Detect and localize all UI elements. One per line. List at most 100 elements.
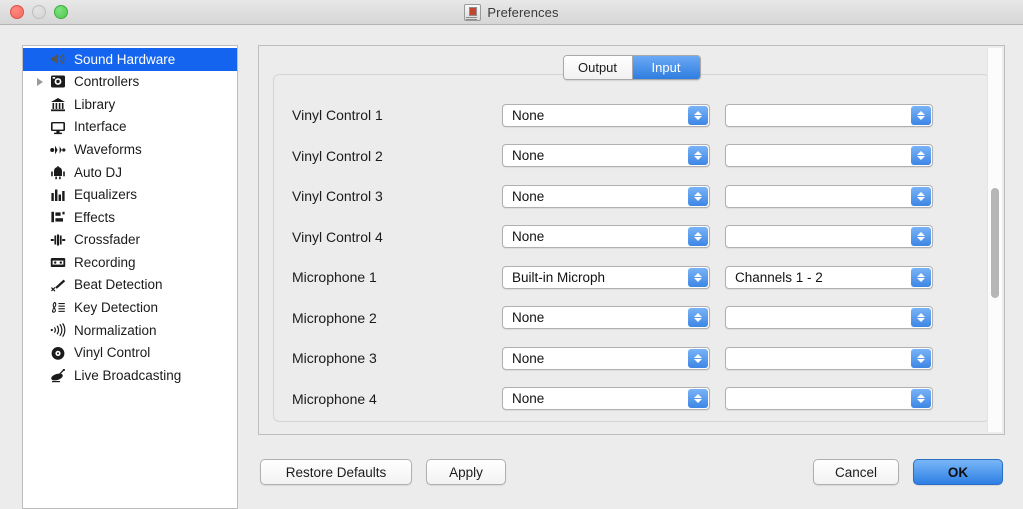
- scrollbar-thumb[interactable]: [991, 188, 999, 298]
- chevron-updown-icon[interactable]: [911, 308, 931, 328]
- sidebar-item-label: Crossfader: [74, 232, 141, 248]
- device-select-value: None: [512, 107, 545, 123]
- device-select-value: None: [512, 391, 545, 407]
- device-select-value: None: [512, 310, 545, 326]
- waveform-icon: [47, 143, 69, 157]
- sidebar-item-controllers[interactable]: Controllers: [23, 71, 237, 94]
- chevron-updown-icon[interactable]: [911, 186, 931, 206]
- sidebar-item-label: Equalizers: [74, 187, 138, 203]
- device-select-value: None: [512, 229, 545, 245]
- sidebar-item-interface[interactable]: Interface: [23, 116, 237, 139]
- speaker-icon: [47, 52, 69, 66]
- sidebar-item-crossfader[interactable]: Crossfader: [23, 229, 237, 252]
- sidebar-item-normalization[interactable]: Normalization: [23, 319, 237, 342]
- preferences-sidebar[interactable]: Sound Hardware Controllers Library Inter…: [22, 45, 238, 509]
- sidebar-item-label: Effects: [74, 209, 116, 225]
- vertical-scrollbar[interactable]: [987, 48, 1002, 432]
- channel-select-value: Channels 1 - 2: [735, 269, 823, 285]
- tab-input[interactable]: Input: [631, 56, 700, 79]
- sidebar-item-recording[interactable]: Recording: [23, 251, 237, 274]
- device-select-value: None: [512, 188, 545, 204]
- window-title-group: Preferences: [464, 3, 559, 21]
- sidebar-item-auto-dj[interactable]: Auto DJ: [23, 161, 237, 184]
- device-select[interactable]: None: [502, 387, 710, 411]
- sidebar-item-waveforms[interactable]: Waveforms: [23, 138, 237, 161]
- sidebar-item-effects[interactable]: Effects: [23, 206, 237, 229]
- sidebar-item-key-detection[interactable]: Key Detection: [23, 297, 237, 320]
- chevron-updown-icon[interactable]: [911, 267, 931, 287]
- chevron-updown-icon[interactable]: [688, 348, 708, 368]
- chevron-updown-icon[interactable]: [688, 267, 708, 287]
- device-select[interactable]: None: [502, 144, 710, 168]
- crossfader-icon: [47, 233, 69, 247]
- row-label: Microphone 1: [292, 269, 377, 286]
- input-devices-group: Vinyl Control 1 None Vinyl Control 2 Non…: [273, 74, 990, 422]
- channel-select[interactable]: [725, 103, 933, 127]
- chevron-updown-icon[interactable]: [688, 146, 708, 166]
- tab-output[interactable]: Output: [563, 56, 632, 79]
- sidebar-item-label: Recording: [74, 254, 136, 270]
- robot-icon: [47, 165, 69, 180]
- monitor-icon: [47, 120, 69, 135]
- chevron-updown-icon[interactable]: [911, 348, 931, 368]
- close-button[interactable]: [10, 5, 24, 19]
- sidebar-item-label: Waveforms: [74, 141, 142, 157]
- device-select[interactable]: None: [502, 184, 710, 208]
- device-select[interactable]: None: [502, 306, 710, 330]
- row-label: Vinyl Control 3: [292, 188, 383, 205]
- equalizer-icon: [47, 188, 69, 202]
- sidebar-item-label: Auto DJ: [74, 164, 123, 180]
- channel-select[interactable]: [725, 144, 933, 168]
- device-select-value: None: [512, 148, 545, 164]
- channel-select[interactable]: Channels 1 - 2: [725, 265, 933, 289]
- window-title: Preferences: [487, 4, 559, 20]
- device-select-value: None: [512, 350, 545, 366]
- channel-select[interactable]: [725, 346, 933, 370]
- device-select[interactable]: None: [502, 103, 710, 127]
- chevron-updown-icon[interactable]: [688, 227, 708, 247]
- chevron-updown-icon[interactable]: [688, 308, 708, 328]
- maximize-button[interactable]: [54, 5, 68, 19]
- chevron-updown-icon[interactable]: [688, 186, 708, 206]
- sidebar-item-equalizers[interactable]: Equalizers: [23, 184, 237, 207]
- sidebar-item-beat-detection[interactable]: Beat Detection: [23, 274, 237, 297]
- chevron-updown-icon[interactable]: [911, 389, 931, 409]
- channel-select[interactable]: [725, 225, 933, 249]
- sidebar-item-label: Vinyl Control: [74, 345, 151, 361]
- cancel-button[interactable]: Cancel: [813, 459, 899, 485]
- sidebar-item-live-broadcasting[interactable]: Live Broadcasting: [23, 364, 237, 387]
- output-input-tabs[interactable]: Output Input: [562, 55, 701, 80]
- ok-button[interactable]: OK: [913, 459, 1003, 485]
- channel-select[interactable]: [725, 387, 933, 411]
- apply-button[interactable]: Apply: [426, 459, 506, 485]
- device-rows: Vinyl Control 1 None Vinyl Control 2 Non…: [274, 75, 989, 419]
- chevron-updown-icon[interactable]: [911, 146, 931, 166]
- device-select[interactable]: None: [502, 225, 710, 249]
- sidebar-item-sound-hardware[interactable]: Sound Hardware: [23, 48, 237, 71]
- chevron-right-icon[interactable]: [33, 77, 47, 86]
- chevron-updown-icon[interactable]: [688, 105, 708, 125]
- restore-defaults-button[interactable]: Restore Defaults: [260, 459, 412, 485]
- device-select[interactable]: Built-in Microph: [502, 265, 710, 289]
- channel-select[interactable]: [725, 306, 933, 330]
- device-select-value: Built-in Microph: [512, 269, 606, 285]
- library-icon: [47, 97, 69, 112]
- sidebar-item-library[interactable]: Library: [23, 93, 237, 116]
- chevron-updown-icon[interactable]: [911, 105, 931, 125]
- window-body: Sound Hardware Controllers Library Inter…: [0, 25, 1023, 509]
- minimize-button[interactable]: [32, 5, 46, 19]
- title-bar: Preferences: [0, 0, 1023, 25]
- preferences-content: Output Input Vinyl Control 1 None Vinyl …: [258, 45, 1005, 509]
- sidebar-item-label: Library: [74, 96, 116, 112]
- row-label: Microphone 2: [292, 309, 377, 326]
- drumstick-icon: [47, 278, 69, 292]
- sidebar-item-label: Interface: [74, 119, 127, 135]
- treble-clef-icon: [47, 301, 69, 315]
- row-label: Vinyl Control 4: [292, 228, 383, 245]
- chevron-updown-icon[interactable]: [688, 389, 708, 409]
- device-select[interactable]: None: [502, 346, 710, 370]
- chevron-updown-icon[interactable]: [911, 227, 931, 247]
- vinyl-record-icon: [47, 346, 69, 361]
- channel-select[interactable]: [725, 184, 933, 208]
- sidebar-item-vinyl-control[interactable]: Vinyl Control: [23, 342, 237, 365]
